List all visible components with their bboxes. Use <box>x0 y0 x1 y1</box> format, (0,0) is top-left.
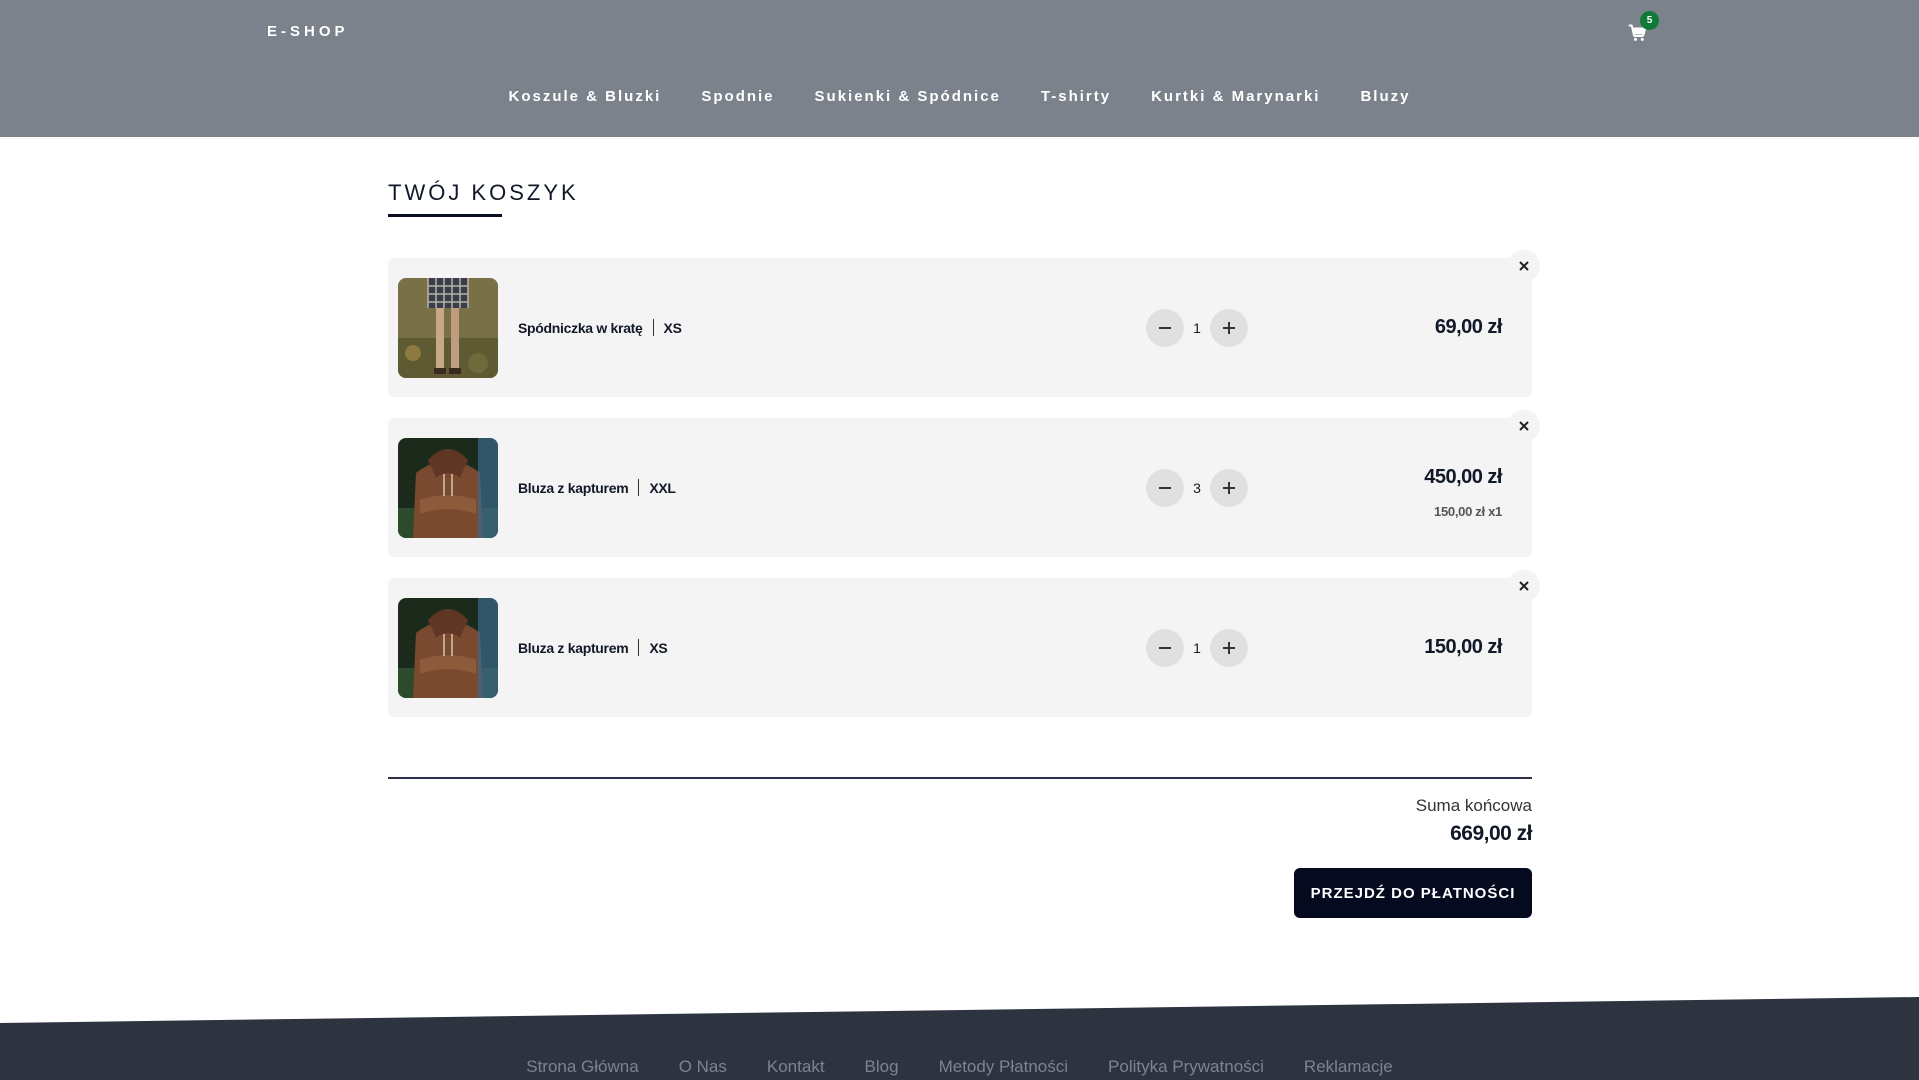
total-label: Suma końcowa <box>1415 796 1532 815</box>
quantity-stepper: 3 <box>1146 469 1248 507</box>
product-name[interactable]: Bluza z kapturem <box>518 640 629 656</box>
decrease-quantity-button[interactable] <box>1146 469 1184 507</box>
plus-icon <box>1222 642 1235 654</box>
site-footer: Strona Główna O Nas Kontakt Blog Metody … <box>0 990 1919 1080</box>
cart-count-badge: 5 <box>1640 11 1659 30</box>
product-size: XS <box>663 319 682 336</box>
separator <box>652 319 654 336</box>
remove-item-button[interactable] <box>1508 570 1540 602</box>
unit-price: 150,00 zł x1 <box>1434 504 1502 519</box>
category-nav: Koszule & Bluzki Spodnie Sukienki & Spód… <box>0 88 1919 105</box>
product-name[interactable]: Spódniczka w kratę <box>518 320 643 336</box>
minus-icon <box>1159 327 1171 329</box>
footer-link-blog[interactable]: Blog <box>865 1057 899 1077</box>
summary-divider <box>388 777 1532 779</box>
footer-links: Strona Główna O Nas Kontakt Blog Metody … <box>0 1057 1919 1077</box>
nav-sukienki-spodnice[interactable]: Sukienki & Spódnice <box>815 88 1001 105</box>
footer-link-complaints[interactable]: Reklamacje <box>1304 1057 1393 1077</box>
nav-spodnie[interactable]: Spodnie <box>701 88 774 105</box>
remove-item-button[interactable] <box>1508 250 1540 282</box>
nav-koszule-bluzki[interactable]: Koszule & Bluzki <box>509 88 662 105</box>
footer-link-payment-methods[interactable]: Metody Płatności <box>939 1057 1068 1077</box>
checkout-button[interactable]: PRZEJDŹ DO PŁATNOŚCI <box>1294 868 1532 918</box>
nav-kurtki-marynarki[interactable]: Kurtki & Marynarki <box>1151 88 1320 105</box>
product-title: Bluza z kapturem XXL <box>518 479 676 496</box>
footer-link-privacy[interactable]: Polityka Prywatności <box>1108 1057 1264 1077</box>
increase-quantity-button[interactable] <box>1209 469 1248 507</box>
cart-item: Bluza z kapturem XXL 3 450,00 zł 150,00 … <box>388 410 1540 557</box>
footer-link-contact[interactable]: Kontakt <box>767 1057 825 1077</box>
decrease-quantity-button[interactable] <box>1146 309 1184 347</box>
page-title: TWÓJ KOSZYK <box>388 180 579 205</box>
close-icon <box>1519 581 1529 591</box>
total-value: 669,00 zł <box>1450 822 1532 845</box>
title-underline <box>388 214 502 217</box>
quantity-stepper: 1 <box>1146 629 1248 667</box>
footer-link-about[interactable]: O Nas <box>679 1057 727 1077</box>
product-image-hoodie[interactable] <box>398 438 498 538</box>
increase-quantity-button[interactable] <box>1209 629 1248 667</box>
nav-bluzy[interactable]: Bluzy <box>1360 88 1410 105</box>
increase-quantity-button[interactable] <box>1209 309 1248 347</box>
decrease-quantity-button[interactable] <box>1146 629 1184 667</box>
separator <box>638 479 640 496</box>
minus-icon <box>1159 487 1171 489</box>
product-image-hoodie[interactable] <box>398 598 498 698</box>
close-icon <box>1519 421 1529 431</box>
quantity-value: 1 <box>1193 640 1201 656</box>
item-price: 150,00 zł <box>1424 636 1502 658</box>
plus-icon <box>1222 482 1235 494</box>
cart-item: Spódniczka w kratę XS 1 69,00 zł <box>388 250 1540 397</box>
item-price: 450,00 zł <box>1424 466 1502 488</box>
quantity-stepper: 1 <box>1146 309 1248 347</box>
footer-link-home[interactable]: Strona Główna <box>526 1057 638 1077</box>
product-title: Spódniczka w kratę XS <box>518 319 682 336</box>
site-header: E-SHOP 5 Koszule & Bluzki Spodnie Sukien… <box>0 0 1919 137</box>
separator <box>638 639 640 656</box>
cart-item: Bluza z kapturem XS 1 150,00 zł <box>388 570 1540 717</box>
remove-item-button[interactable] <box>1508 410 1540 442</box>
product-size: XS <box>649 639 668 656</box>
site-logo[interactable]: E-SHOP <box>267 23 349 40</box>
plus-icon <box>1222 322 1235 334</box>
product-title: Bluza z kapturem XS <box>518 639 668 656</box>
product-name[interactable]: Bluza z kapturem <box>518 480 629 496</box>
nav-t-shirty[interactable]: T-shirty <box>1041 88 1111 105</box>
close-icon <box>1519 261 1529 271</box>
quantity-value: 3 <box>1193 480 1201 496</box>
quantity-value: 1 <box>1193 320 1201 336</box>
item-price: 69,00 zł <box>1434 316 1503 338</box>
product-size: XXL <box>649 479 676 496</box>
minus-icon <box>1159 647 1171 649</box>
product-image-skirt[interactable] <box>398 278 498 378</box>
